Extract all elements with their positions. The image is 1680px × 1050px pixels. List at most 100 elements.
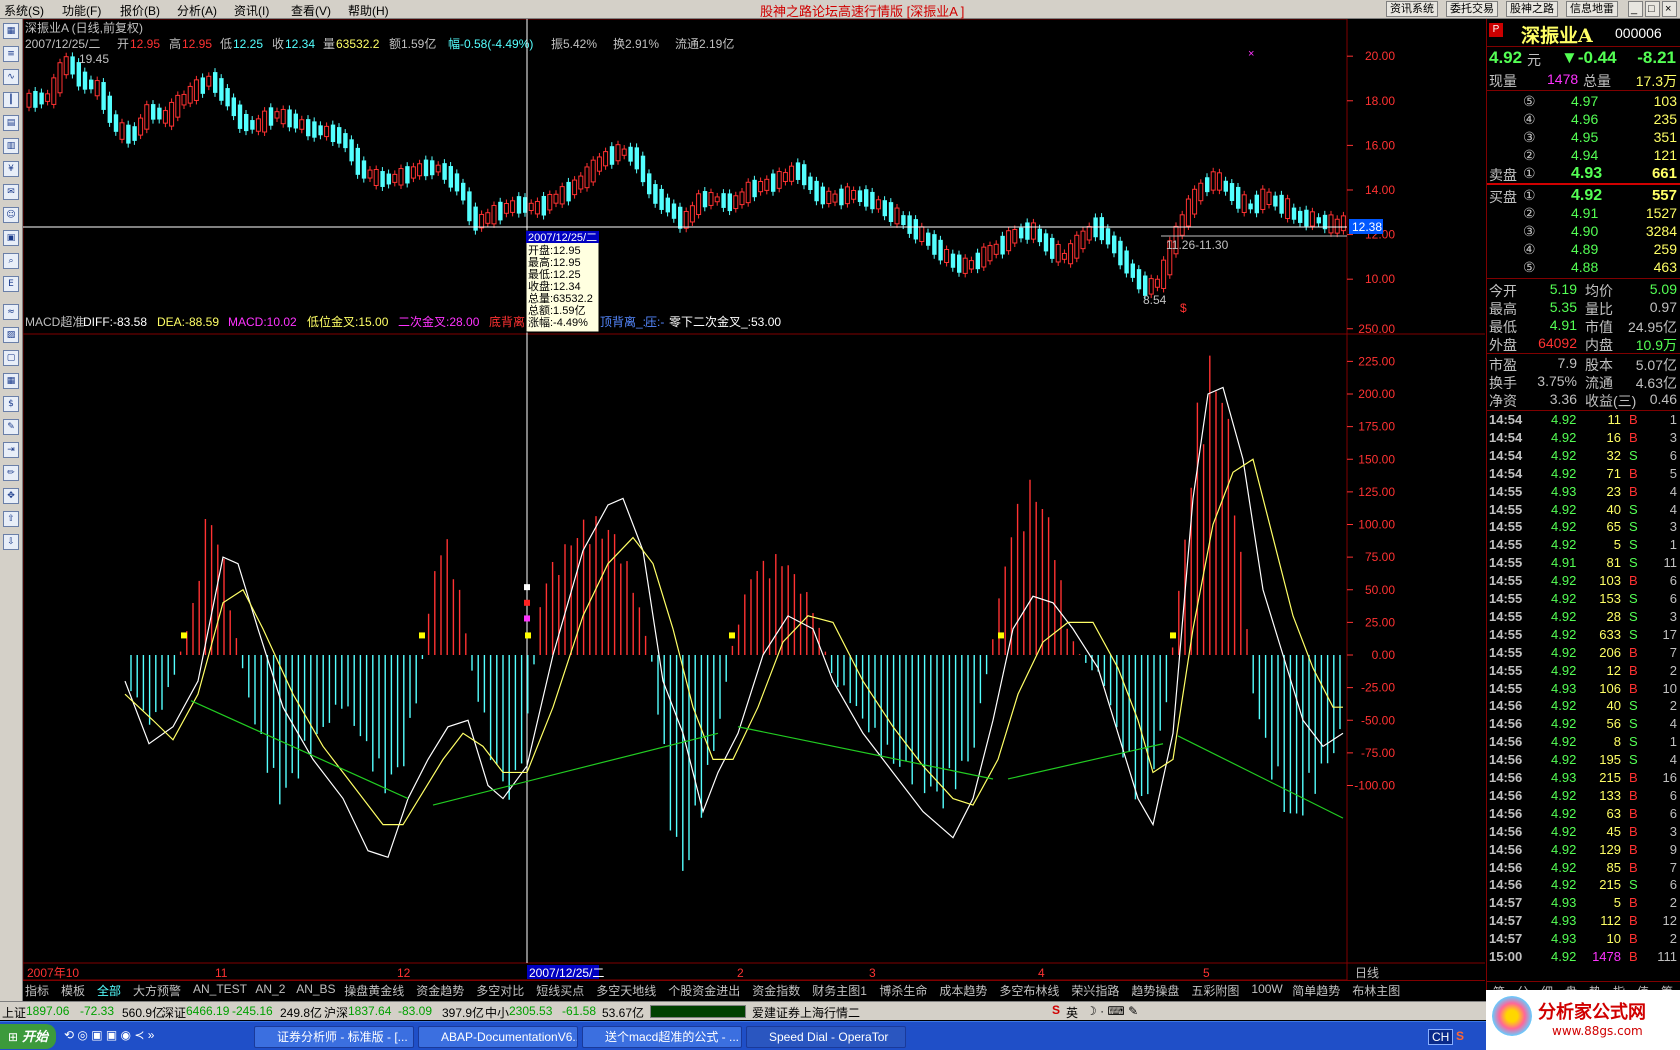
indicator-tab[interactable]: AN_2 (255, 982, 285, 996)
indicator-tab[interactable]: 简单趋势 (1292, 982, 1340, 999)
report-icon[interactable]: ▥ (3, 138, 19, 154)
indicator-tab[interactable]: 操盘黄金线 (344, 982, 404, 999)
menu-system[interactable]: 系统(S) (4, 2, 44, 19)
restore-icon[interactable]: □ (1645, 1, 1660, 17)
indicator-tab[interactable]: 模板 (61, 982, 85, 999)
stock-god-button[interactable]: 股神之路 (1506, 1, 1558, 17)
indicator-tab[interactable]: 短线买点 (536, 982, 584, 999)
tick-time: 14:57 (1489, 931, 1523, 947)
task-window-abap[interactable]: ABAP-DocumentationV6.... (418, 1026, 578, 1048)
mail-icon[interactable]: ✉ (3, 184, 19, 200)
orderbook-row[interactable]: 买盘 ① 4.92 557 (1487, 187, 1680, 205)
indicator-tab[interactable]: 大方预警 (133, 982, 181, 999)
indicator-tab[interactable]: 布林主图 (1352, 982, 1400, 999)
orderbook-row[interactable]: ③ 4.95 351 (1487, 129, 1680, 147)
orderbook-row[interactable]: ⑤ 4.97 103 (1487, 93, 1680, 111)
chart-icon[interactable]: ▨ (3, 327, 19, 343)
indicator-tab[interactable]: 多空天地线 (596, 982, 656, 999)
info-mine-button[interactable]: 信息地雷 (1566, 1, 1618, 17)
menu-info[interactable]: 资讯(I) (234, 2, 269, 19)
indicator-tab[interactable]: 资金趋势 (416, 982, 464, 999)
minimize-icon[interactable]: _ (1628, 1, 1643, 17)
orderbook-row[interactable]: ③ 4.90 3284 (1487, 223, 1680, 241)
task-window-opera[interactable]: Speed Dial - OperaTor (746, 1026, 906, 1048)
table-icon[interactable]: ▤ (3, 115, 19, 131)
indicator-tab[interactable]: 个股资金进出 (668, 982, 740, 999)
orderbook-row[interactable]: 卖盘 ① 4.93 661 (1487, 165, 1680, 183)
quicklaunch-icons[interactable]: ⟲ ◎ ▣ ▣ ◉ ≺ » (64, 1028, 154, 1042)
task-window-analyst[interactable]: 证券分析师 - 标准版 - [... (254, 1026, 414, 1048)
move-icon[interactable]: ✥ (3, 488, 19, 504)
orderbook-row[interactable]: ② 4.94 121 (1487, 147, 1680, 165)
orderbook-row[interactable]: ④ 4.89 259 (1487, 241, 1680, 259)
tray-s-icon[interactable]: S (1456, 1029, 1464, 1043)
tick-row: 14:54 4.92 11 B 1 (1487, 412, 1680, 430)
wrench-icon[interactable]: ✎ (3, 419, 19, 435)
macd-bottom-div: 底背离 (489, 314, 525, 329)
exit-icon[interactable]: ⇥ (3, 442, 19, 458)
menu-analysis[interactable]: 分析(A) (177, 2, 217, 19)
language-indicator[interactable]: CH (1428, 1029, 1454, 1045)
indicator-tab[interactable]: 100W (1251, 982, 1282, 996)
indicator-tab[interactable]: 指标 (25, 982, 49, 999)
arrow-up-icon[interactable]: ⇧ (3, 511, 19, 527)
kline-icon[interactable]: ┃ (3, 92, 19, 108)
line-chart-icon[interactable]: ∿ (3, 69, 19, 85)
indicator-tab[interactable]: 多空对比 (476, 982, 524, 999)
indicator-tab[interactable]: 成本趋势 (939, 982, 987, 999)
ime-tools-icon[interactable]: ☽ · ⌨ ✎ (1086, 1004, 1138, 1018)
ime-mode[interactable]: 英 (1066, 1004, 1078, 1021)
arrow-down-icon[interactable]: ⇩ (3, 534, 19, 550)
indicator-tab[interactable]: 趋势操盘 (1131, 982, 1179, 999)
indicator-tab[interactable]: 财务主图1 (812, 982, 867, 999)
etf-icon[interactable]: E (3, 276, 19, 292)
search-icon[interactable]: ⌕ (3, 253, 19, 269)
tick-count: 6 (1669, 877, 1677, 893)
period-label[interactable]: 日线 (1355, 966, 1379, 980)
list-icon[interactable]: ≡ (3, 46, 19, 62)
candle-body (1061, 252, 1067, 260)
info-system-button[interactable]: 资讯系统 (1386, 1, 1438, 17)
tick-volume: 16 (1606, 429, 1621, 445)
grid-icon[interactable]: ▦ (3, 23, 19, 39)
indicator-tab[interactable]: AN_BS (296, 982, 335, 996)
tick-volume: 40 (1606, 698, 1621, 714)
time-label-apr: 4 (1038, 966, 1045, 980)
menu-quote[interactable]: 报价(B) (120, 2, 160, 19)
close-value: 12.34 (285, 37, 315, 51)
menu-view[interactable]: 查看(V) (291, 2, 331, 19)
candle-body (957, 254, 962, 273)
menu-function[interactable]: 功能(F) (62, 2, 101, 19)
orderbook-row[interactable]: ⑤ 4.88 463 (1487, 259, 1680, 277)
indicator-tab[interactable]: 五彩附图 (1191, 982, 1239, 999)
task-window-macd[interactable]: 送个macd超准的公式 - ... (582, 1026, 742, 1048)
users-icon[interactable]: ☺ (3, 207, 19, 223)
chart-area[interactable]: 深振业A (日线,前复权) 2007/12/25/二 开 12.95 高 12.… (22, 18, 1485, 1004)
finance-icon[interactable]: ¥ (3, 161, 19, 177)
indicator-tab[interactable]: 博杀生命 (879, 982, 927, 999)
candle-body (832, 193, 838, 203)
stat-label-2: 内盘 (1585, 337, 1613, 353)
close-icon[interactable]: × (1662, 1, 1677, 17)
indicator-tab[interactable]: 多空布林线 (999, 982, 1059, 999)
data-icon[interactable]: ▦ (3, 373, 19, 389)
macd-top-div: 顶背离_:- (600, 314, 650, 329)
menu-help[interactable]: 帮助(H) (348, 2, 389, 19)
candle-body (467, 191, 472, 222)
orderbook-row[interactable]: ② 4.91 1527 (1487, 205, 1680, 223)
kline-chart[interactable]: 深振业A (日线,前复权) 2007/12/25/二 开 12.95 高 12.… (22, 18, 1485, 981)
news-icon[interactable]: ▣ (3, 230, 19, 246)
window-icon[interactable]: ▢ (3, 350, 19, 366)
indicator-tab[interactable]: 荣兴指路 (1071, 982, 1119, 999)
dollar-icon[interactable]: $ (3, 396, 19, 412)
orderbook-row[interactable]: ④ 4.96 235 (1487, 111, 1680, 129)
indicator-tab[interactable]: 资金指数 (752, 982, 800, 999)
pencil-icon[interactable]: ✏ (3, 465, 19, 481)
trade-button[interactable]: 委托交易 (1446, 1, 1498, 17)
indicator-tab[interactable]: 全部 (97, 982, 121, 999)
zx-amount: 53.67亿 (602, 1006, 645, 1020)
indicator-tab[interactable]: AN_TEST (193, 982, 247, 996)
wave-icon[interactable]: ≈ (3, 304, 19, 320)
p-icon: P (1489, 23, 1503, 37)
ime-s-icon[interactable]: S (1052, 1003, 1060, 1017)
